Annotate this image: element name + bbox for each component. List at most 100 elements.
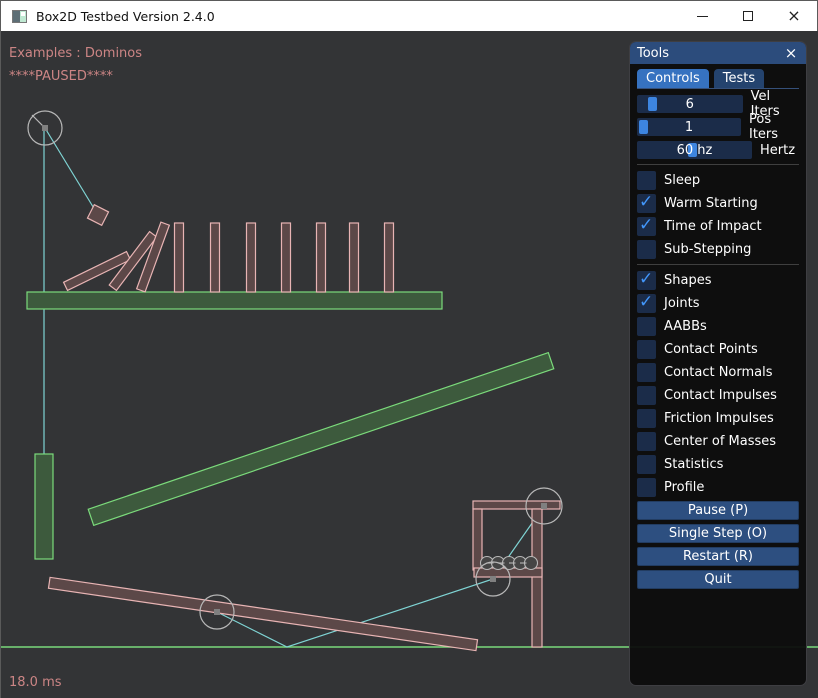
hertz-label: Hertz [760, 143, 795, 158]
minimize-icon [697, 16, 708, 17]
checkbox-label: Sleep [664, 173, 700, 188]
pendulum-diagonal-rope [45, 128, 98, 215]
checkbox[interactable]: ✓ [637, 240, 656, 259]
checkbox-label: Contact Normals [664, 365, 773, 380]
checkbox-row-contact-points[interactable]: ✓ Contact Points [637, 340, 799, 359]
titlebar: Box2D Testbed Version 2.4.0 × [1, 1, 817, 31]
checkbox[interactable]: ✓ [637, 363, 656, 382]
domino[interactable] [247, 223, 256, 292]
domino-platform[interactable] [27, 292, 442, 309]
hertz-row: 60 hz Hertz [637, 141, 799, 159]
frame-time-label: 18.0 ms [9, 675, 62, 690]
close-button[interactable]: × [771, 1, 817, 31]
checkbox-row-warm-starting[interactable]: ✓ Warm Starting [637, 194, 799, 213]
tilted-ramp[interactable] [88, 353, 554, 526]
paused-label: ****PAUSED**** [9, 69, 113, 84]
checkbox-row-time-of-impact[interactable]: ✓ Time of Impact [637, 217, 799, 236]
pos-iters-label: Pos Iters [749, 112, 799, 142]
vel-iters-value: 6 [637, 95, 743, 113]
pendulum-bob-box[interactable] [87, 205, 108, 226]
checkbox[interactable]: ✓ [637, 217, 656, 236]
checkbox-label: Center of Masses [664, 434, 776, 449]
vel-iters-row: 6 Vel Iters [637, 95, 799, 113]
domino[interactable] [175, 223, 184, 292]
window-title: Box2D Testbed Version 2.4.0 [36, 9, 215, 24]
joint-anchor [42, 125, 48, 131]
minimize-button[interactable] [679, 1, 725, 31]
joint-anchor [541, 503, 547, 509]
checkbox-row-contact-normals[interactable]: ✓ Contact Normals [637, 363, 799, 382]
app-icon [12, 10, 27, 23]
checkbox-row-statistics[interactable]: ✓ Statistics [637, 455, 799, 474]
checkbox[interactable]: ✓ [637, 455, 656, 474]
checkbox[interactable]: ✓ [637, 271, 656, 290]
checkbox-label: Joints [664, 296, 700, 311]
checkbox-label: AABBs [664, 319, 707, 334]
checkbox[interactable]: ✓ [637, 340, 656, 359]
maximize-icon [743, 11, 753, 21]
checkbox-label: Sub-Stepping [664, 242, 751, 257]
check-icon: ✓ [639, 292, 653, 312]
separator [637, 164, 799, 165]
pulley-frame[interactable] [473, 501, 560, 647]
checkbox-row-friction-impulses[interactable]: ✓ Friction Impulses [637, 409, 799, 428]
checkbox[interactable]: ✓ [637, 386, 656, 405]
example-label: Examples : Dominos [9, 46, 142, 61]
tools-panel: Tools × Controls Tests 6 Vel Iters 1 [629, 41, 807, 686]
vertical-green-block[interactable] [35, 454, 53, 559]
close-icon: × [787, 8, 800, 24]
checkbox[interactable]: ✓ [637, 171, 656, 190]
pause-button[interactable]: Pause (P) [637, 501, 799, 520]
quit-button[interactable]: Quit [637, 570, 799, 589]
checkbox-row-aabbs[interactable]: ✓ AABBs [637, 317, 799, 336]
domino[interactable] [385, 223, 394, 292]
checkbox-row-sleep[interactable]: ✓ Sleep [637, 171, 799, 190]
separator [637, 264, 799, 265]
checkbox[interactable]: ✓ [637, 294, 656, 313]
checkbox-row-contact-impulses[interactable]: ✓ Contact Impulses [637, 386, 799, 405]
checkbox-label: Shapes [664, 273, 711, 288]
checkbox-row-shapes[interactable]: ✓ Shapes [637, 271, 799, 290]
checkbox[interactable]: ✓ [637, 478, 656, 497]
pos-iters-row: 1 Pos Iters [637, 118, 799, 136]
checkbox-label: Friction Impulses [664, 411, 774, 426]
checkbox-row-sub-stepping[interactable]: ✓ Sub-Stepping [637, 240, 799, 259]
checkbox-row-center-of-masses[interactable]: ✓ Center of Masses [637, 432, 799, 451]
hertz-value: 60 hz [637, 141, 752, 159]
frame-right-leg[interactable] [532, 509, 542, 647]
single-step-button[interactable]: Single Step (O) [637, 524, 799, 543]
domino[interactable] [350, 223, 359, 292]
checkbox-label: Time of Impact [664, 219, 762, 234]
checkbox-label: Contact Impulses [664, 388, 777, 403]
joint-anchor [214, 609, 220, 615]
tab-controls[interactable]: Controls [637, 69, 709, 88]
pendulum-wheel[interactable] [28, 111, 62, 145]
tools-panel-title: Tools [637, 46, 783, 61]
app-window: Box2D Testbed Version 2.4.0 × [0, 0, 818, 698]
checkbox[interactable]: ✓ [637, 432, 656, 451]
tools-panel-titlebar[interactable]: Tools × [630, 42, 806, 64]
checkbox[interactable]: ✓ [637, 194, 656, 213]
tools-close-button[interactable]: × [783, 45, 799, 61]
tab-tests[interactable]: Tests [714, 69, 764, 88]
domino[interactable] [317, 223, 326, 292]
checkbox-row-joints[interactable]: ✓ Joints [637, 294, 799, 313]
checkbox[interactable]: ✓ [637, 409, 656, 428]
check-icon: ✓ [639, 215, 653, 235]
fallen-dominoes[interactable] [64, 222, 170, 292]
checkbox[interactable]: ✓ [637, 317, 656, 336]
restart-button[interactable]: Restart (R) [637, 547, 799, 566]
hertz-slider[interactable]: 60 hz [637, 141, 752, 159]
domino[interactable] [211, 223, 220, 292]
checkbox-row-profile[interactable]: ✓ Profile [637, 478, 799, 497]
vel-iters-slider[interactable]: 6 [637, 95, 743, 113]
seesaw-plank[interactable] [48, 577, 477, 650]
checkbox-label: Statistics [664, 457, 723, 472]
domino[interactable] [282, 223, 291, 292]
joint-anchor [490, 576, 496, 582]
standing-dominoes[interactable] [175, 223, 394, 292]
maximize-button[interactable] [725, 1, 771, 31]
tab-bar: Controls Tests [637, 69, 799, 89]
check-icon: ✓ [639, 269, 653, 289]
pos-iters-slider[interactable]: 1 [637, 118, 741, 136]
